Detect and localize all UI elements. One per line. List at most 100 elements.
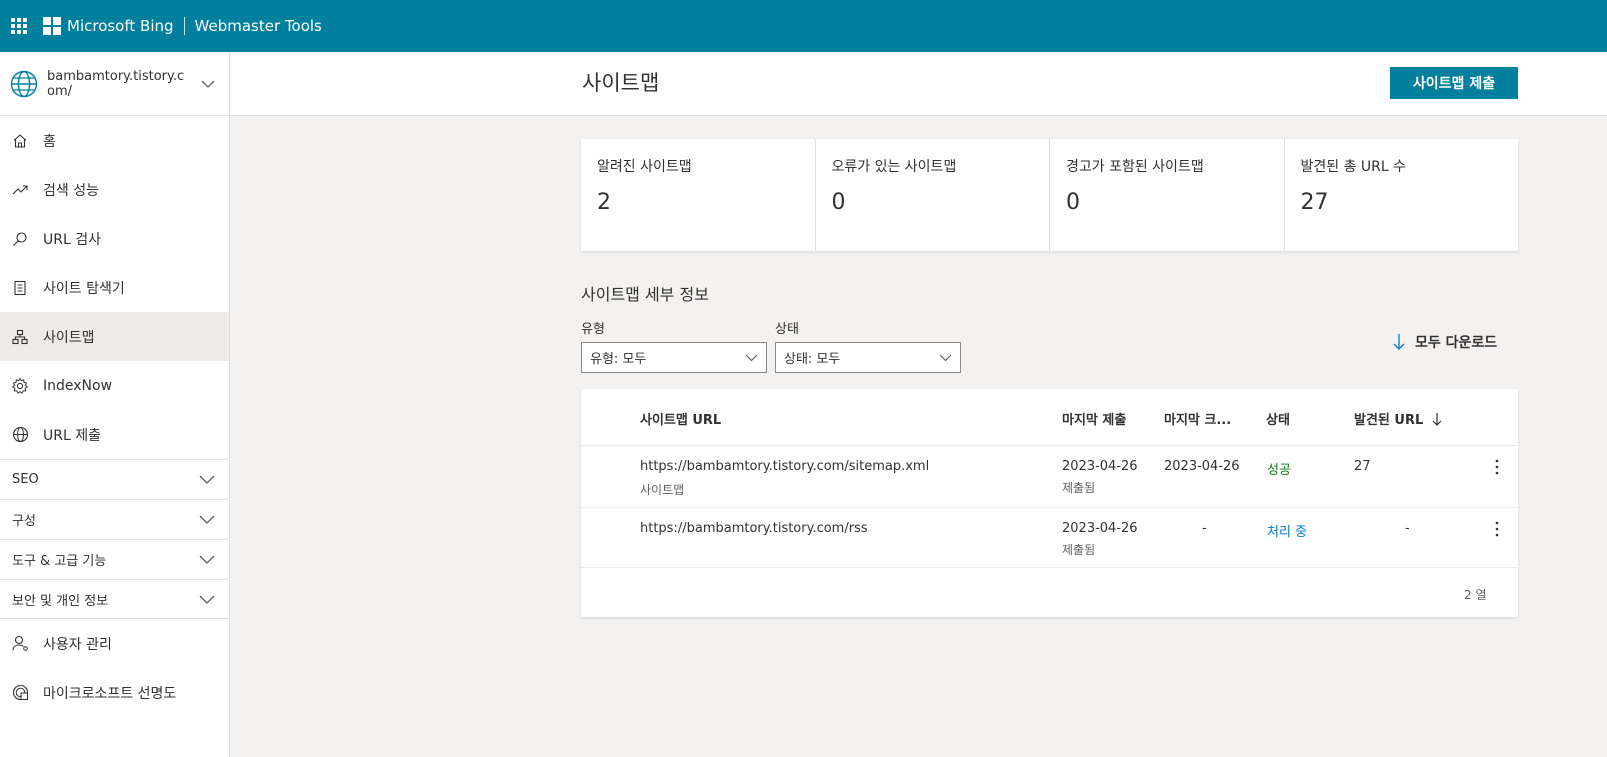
sidebar-item-label: URL 제출 <box>43 427 101 444</box>
last-submitted-date: 2023-04-26 <box>1062 521 1138 536</box>
status-badge: 성공 <box>1267 463 1291 478</box>
sidebar: bambamtory.tistory.com/ 홈 검색 성능 URL 검사 사… <box>0 52 230 757</box>
column-header-last-submitted[interactable]: 마지막 제출 <box>1062 409 1126 428</box>
type-filter-label: 유형 <box>581 322 605 337</box>
sidebar-item-microsoft-clarity[interactable]: 마이크로소프트 선명도 <box>0 668 229 717</box>
chevron-down-icon <box>199 475 215 484</box>
sidebar-item-site-explorer[interactable]: 사이트 탐색기 <box>0 263 229 312</box>
stat-total-urls: 발견된 총 URL 수 27 <box>1285 139 1519 251</box>
status-badge: 처리 중 <box>1267 525 1308 540</box>
sitemap-url[interactable]: https://bambamtory.tistory.com/rss <box>640 521 868 536</box>
sidebar-item-indexnow[interactable]: IndexNow <box>0 361 229 410</box>
page-title: 사이트맵 <box>582 71 660 95</box>
stat-sitemaps-with-errors: 오류가 있는 사이트맵 0 <box>816 139 1050 251</box>
app-launcher-icon[interactable] <box>11 18 27 34</box>
brand-name[interactable]: Microsoft Bing <box>67 17 174 35</box>
page-header: 사이트맵 사이트맵 제출 <box>231 52 1607 116</box>
more-options-icon[interactable] <box>1487 519 1507 539</box>
gear-icon <box>11 377 29 395</box>
submit-sitemap-button[interactable]: 사이트맵 제출 <box>1390 67 1518 99</box>
stat-label: 알려진 사이트맵 <box>597 159 692 175</box>
sidebar-item-label: 사용자 관리 <box>43 636 112 653</box>
chevron-down-icon <box>199 555 215 564</box>
product-name[interactable]: Webmaster Tools <box>195 17 322 35</box>
last-submitted-date: 2023-04-26 <box>1062 459 1138 474</box>
download-icon <box>1393 334 1405 350</box>
sidebar-item-url-inspection[interactable]: URL 검사 <box>0 214 229 263</box>
stats-panel: 알려진 사이트맵 2 오류가 있는 사이트맵 0 경고가 포함된 사이트맵 0 … <box>581 139 1518 251</box>
sidebar-group-label: 구성 <box>12 514 36 529</box>
sidebar-group-tools[interactable]: 도구 & 고급 기능 <box>0 539 229 579</box>
stat-label: 경고가 포함된 사이트맵 <box>1066 159 1204 175</box>
sidebar-item-label: URL 검사 <box>43 231 101 248</box>
type-filter-dropdown[interactable]: 유형: 모두 <box>581 342 767 373</box>
chevron-down-icon <box>201 80 215 88</box>
sidebar-group-label: SEO <box>12 472 39 487</box>
trending-up-icon <box>11 181 29 199</box>
sidebar-item-home[interactable]: 홈 <box>0 116 229 165</box>
row-count: 2 열 <box>1464 588 1487 602</box>
clarity-icon <box>11 684 29 702</box>
user-icon <box>11 635 29 653</box>
sitemap-url[interactable]: https://bambamtory.tistory.com/sitemap.x… <box>640 459 929 474</box>
stat-value: 0 <box>1066 190 1080 215</box>
sidebar-item-label: 사이트맵 <box>43 329 95 346</box>
sitemap-icon <box>11 328 29 346</box>
sitemaps-table: 사이트맵 URL 마지막 제출 마지막 크... 상태 발견된 URL http… <box>581 389 1518 617</box>
chevron-down-icon <box>199 595 215 604</box>
sidebar-item-label: 사이트 탐색기 <box>43 280 125 297</box>
stat-label: 발견된 총 URL 수 <box>1300 159 1407 175</box>
document-icon <box>11 279 29 297</box>
status-filter-label: 상태 <box>775 322 799 337</box>
more-options-icon[interactable] <box>1487 457 1507 477</box>
sidebar-item-submit-urls[interactable]: URL 제출 <box>0 410 229 459</box>
top-bar: Microsoft Bing Webmaster Tools <box>0 0 1607 52</box>
stat-value: 27 <box>1300 190 1329 215</box>
row-divider <box>581 507 1518 508</box>
status-filter-value: 상태: 모두 <box>784 352 841 367</box>
sort-descending-icon <box>1432 413 1442 426</box>
site-selector[interactable]: bambamtory.tistory.com/ <box>0 52 229 116</box>
submitted-note: 제출됨 <box>1062 481 1096 495</box>
column-header-urls-found[interactable]: 발견된 URL <box>1354 409 1442 428</box>
sidebar-item-label: 홈 <box>43 133 56 150</box>
home-icon <box>11 132 29 150</box>
stat-known-sitemaps: 알려진 사이트맵 2 <box>581 139 816 251</box>
sidebar-item-sitemaps[interactable]: 사이트맵 <box>0 312 229 361</box>
chevron-down-icon <box>199 515 215 524</box>
section-title: 사이트맵 세부 정보 <box>581 285 709 304</box>
stat-value: 0 <box>831 190 846 215</box>
sidebar-group-security-privacy[interactable]: 보안 및 개인 정보 <box>0 579 229 619</box>
sidebar-item-label: IndexNow <box>43 377 113 394</box>
sidebar-group-configuration[interactable]: 구성 <box>0 499 229 539</box>
sitemap-type: 사이트맵 <box>640 483 685 497</box>
download-all-button[interactable]: 모두 다운로드 <box>1393 332 1497 352</box>
chevron-down-icon <box>939 354 952 361</box>
column-header-status[interactable]: 상태 <box>1266 409 1290 428</box>
column-header-last-crawled[interactable]: 마지막 크... <box>1164 409 1231 428</box>
sidebar-item-search-performance[interactable]: 검색 성능 <box>0 165 229 214</box>
brand-separator <box>183 17 185 35</box>
stat-label: 오류가 있는 사이트맵 <box>831 159 957 175</box>
last-crawled-date: 2023-04-26 <box>1164 459 1240 474</box>
sidebar-item-label: 마이크로소프트 선명도 <box>43 685 177 702</box>
type-filter-value: 유형: 모두 <box>590 352 647 367</box>
sidebar-group-label: 보안 및 개인 정보 <box>12 593 109 609</box>
urls-found-count: 27 <box>1354 459 1371 474</box>
search-icon <box>11 230 29 248</box>
chevron-down-icon <box>745 354 758 361</box>
column-header-label: 발견된 URL <box>1354 413 1424 428</box>
stat-sitemaps-with-warnings: 경고가 포함된 사이트맵 0 <box>1050 139 1285 251</box>
globe-icon <box>11 426 29 444</box>
column-header-sitemap-url[interactable]: 사이트맵 URL <box>640 409 721 428</box>
table-header-divider <box>581 445 1518 446</box>
status-filter-dropdown[interactable]: 상태: 모두 <box>775 342 961 373</box>
site-name: bambamtory.tistory.com/ <box>47 68 185 99</box>
globe-icon <box>10 70 38 97</box>
sidebar-item-user-management[interactable]: 사용자 관리 <box>0 619 229 668</box>
microsoft-logo-icon <box>43 17 61 35</box>
row-divider <box>581 567 1518 568</box>
download-all-label: 모두 다운로드 <box>1415 335 1498 351</box>
last-crawled-date: - <box>1202 521 1207 536</box>
sidebar-group-seo[interactable]: SEO <box>0 459 229 499</box>
